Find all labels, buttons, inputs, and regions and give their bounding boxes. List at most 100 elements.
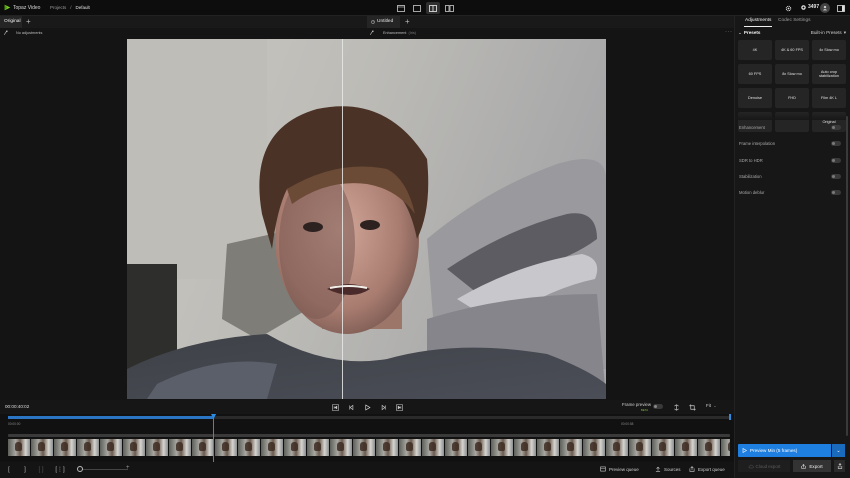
top-bar	[0, 0, 850, 16]
left-status-text: No adjustments	[16, 31, 43, 35]
export-icon	[689, 466, 695, 472]
stabilization-toggle[interactable]	[831, 173, 841, 179]
add-tab-right-button[interactable]: +	[405, 16, 410, 27]
filmstrip[interactable]	[8, 439, 730, 456]
step-forward-icon	[381, 404, 386, 410]
single-view-button[interactable]	[394, 2, 408, 14]
share-icon	[837, 463, 842, 469]
settings-button[interactable]	[783, 3, 793, 13]
chevron-down-icon: ⌄	[713, 403, 717, 408]
sdr-to-hdr-toggle[interactable]	[831, 157, 841, 163]
adjustments-icon-right	[369, 30, 375, 36]
filmstrip-frame	[307, 439, 329, 456]
presets-source-select[interactable]: Built-in Presets ▾	[811, 30, 846, 36]
filmstrip-frame	[192, 439, 214, 456]
breadcrumb-separator: /	[70, 5, 72, 10]
preset-8x-slow-mo[interactable]: 8x Slow mo	[775, 64, 809, 84]
video-frame[interactable]	[127, 39, 606, 399]
playhead[interactable]	[213, 414, 215, 462]
filmstrip-frame	[376, 439, 398, 456]
compare-button[interactable]	[671, 402, 681, 412]
single-view-icon	[397, 4, 405, 12]
chevron-down-icon: ⌄	[836, 447, 841, 454]
frame-interpolation-row: Frame interpolation	[739, 139, 841, 147]
film-icon	[600, 466, 606, 472]
compare-icon	[673, 403, 679, 411]
tab-codec-settings[interactable]: Codec Settings	[778, 18, 811, 23]
filmstrip-frame	[537, 439, 559, 456]
preview-queue-button[interactable]: Preview queue	[600, 466, 639, 472]
filmstrip-frame	[606, 439, 628, 456]
motion-deblur-toggle[interactable]	[831, 189, 841, 195]
preview-options-button[interactable]: ⌄	[832, 444, 845, 457]
go-to-start-button[interactable]	[330, 402, 340, 412]
clear-range-icon[interactable]: [ ]	[37, 465, 45, 474]
export-queue-button[interactable]: Export queue	[689, 466, 725, 472]
previous-frame-button[interactable]	[346, 402, 356, 412]
share-button[interactable]	[834, 460, 845, 472]
filmstrip-frame	[169, 439, 191, 456]
credits-counter[interactable]: 3497	[801, 4, 819, 10]
breadcrumb-current[interactable]: Default	[76, 5, 90, 10]
full-view-button[interactable]	[410, 2, 424, 14]
filmstrip-frame	[514, 439, 536, 456]
cloud-export-button[interactable]: Cloud export	[738, 460, 790, 472]
more-options-icon[interactable]: ···	[725, 29, 733, 35]
split-view-button[interactable]	[426, 2, 440, 14]
presets-title[interactable]: ⌄ Presets	[738, 30, 760, 36]
preview-button[interactable]: Preview Min (5 frames)	[738, 444, 831, 457]
export-label: Export	[809, 463, 823, 469]
user-avatar[interactable]	[820, 3, 830, 13]
filmstrip-frame	[445, 439, 467, 456]
filmstrip-frame	[215, 439, 237, 456]
breadcrumb: Projects / Default	[50, 5, 90, 10]
frame-interpolation-toggle[interactable]	[831, 140, 841, 146]
breadcrumb-projects[interactable]: Projects	[50, 5, 66, 10]
presets-title-label: Presets	[743, 30, 761, 35]
filmstrip-frame	[31, 439, 53, 456]
user-icon	[822, 5, 828, 11]
enhancement-toggle[interactable]	[831, 124, 841, 130]
tab-untitled[interactable]: Untitled	[367, 16, 400, 28]
tab-adjustments[interactable]: Adjustments	[745, 18, 771, 23]
preset-4k[interactable]: 4K	[738, 40, 772, 60]
play-icon	[364, 404, 371, 410]
set-in-point-icon[interactable]: [	[5, 465, 13, 474]
preset-4x-slow-mo[interactable]: 4x Slow mo	[812, 40, 846, 60]
filmstrip-frame	[284, 439, 306, 456]
toggle-panel-button[interactable]	[836, 3, 846, 13]
tab-original[interactable]: Original	[0, 16, 22, 28]
next-frame-button[interactable]	[378, 402, 388, 412]
play-button[interactable]	[362, 402, 372, 412]
timeline-zoom-slider[interactable]	[82, 469, 128, 470]
topaz-logo-icon	[4, 4, 11, 11]
filmstrip-frame	[123, 439, 145, 456]
zoom-in-icon[interactable]: +	[126, 465, 130, 471]
timeline-scrollbar[interactable]	[8, 434, 730, 437]
filmstrip-frame	[77, 439, 99, 456]
credits-value: 3497	[808, 4, 820, 10]
filmstrip-frame	[330, 439, 352, 456]
step-back-icon	[348, 404, 353, 410]
preset-film-4k[interactable]: Film 4K L	[812, 88, 846, 108]
add-tab-left-button[interactable]: +	[26, 16, 31, 27]
export-button[interactable]: Export	[793, 460, 831, 472]
trim-range-icon[interactable]: [⋮]	[55, 465, 64, 474]
set-out-point-icon[interactable]: ]	[21, 465, 29, 474]
sources-button[interactable]: Sources	[655, 466, 681, 472]
preset-fhd[interactable]: FHD	[775, 88, 809, 108]
app-title: Topaz Video	[13, 5, 41, 11]
zoom-slider-handle[interactable]	[77, 466, 83, 472]
crop-button[interactable]	[687, 402, 697, 412]
split-divider[interactable]	[342, 39, 343, 399]
preset-denoise[interactable]: Denoise	[738, 88, 772, 108]
zoom-fit-select[interactable]: Fit ⌄	[706, 403, 717, 409]
preset-auto-crop-stabilization[interactable]: Auto crop stabilization	[812, 64, 846, 84]
preset-4k-60fps[interactable]: 4K & 60 FPS	[775, 40, 809, 60]
preset-60fps[interactable]: 60 FPS	[738, 64, 772, 84]
out-point-marker[interactable]	[729, 414, 731, 420]
go-to-end-button[interactable]	[394, 402, 404, 412]
frame-preview-toggle[interactable]	[653, 404, 663, 409]
panel-scrollbar[interactable]	[846, 116, 848, 436]
side-by-side-view-button[interactable]	[442, 2, 456, 14]
